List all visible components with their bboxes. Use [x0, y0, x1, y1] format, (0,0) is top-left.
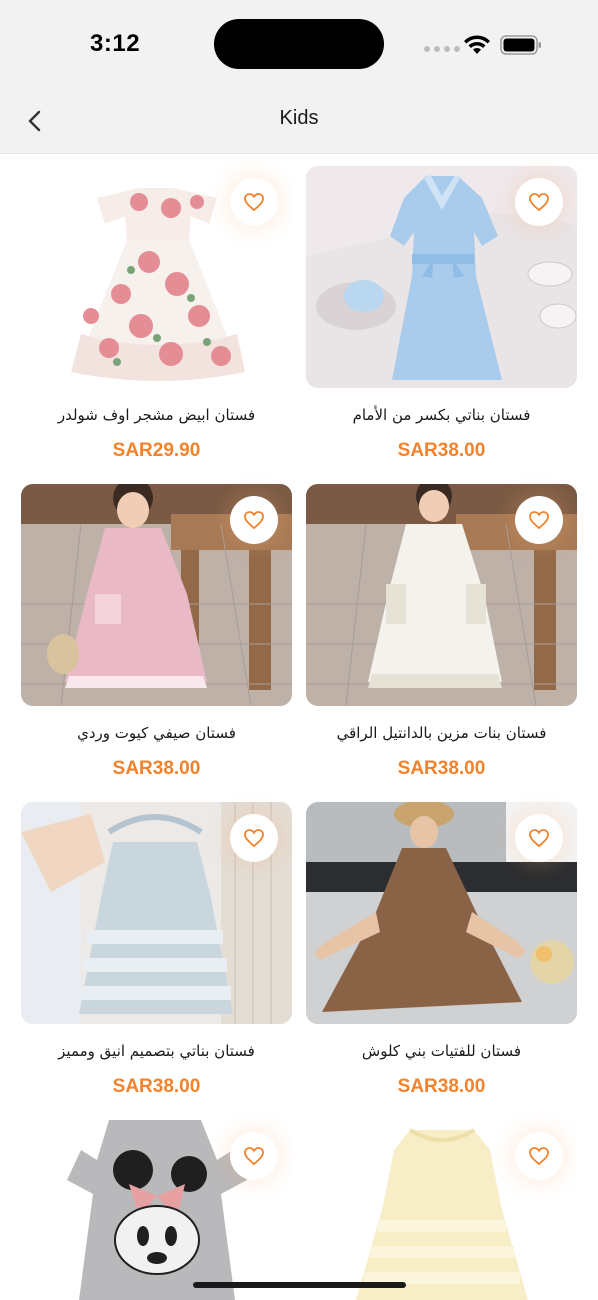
product-price: SAR38.00 — [112, 1076, 201, 1096]
product-card[interactable]: فستان صيفي كيوت وردي SAR38.00 — [21, 472, 292, 778]
status-bar: 3:12 — [0, 0, 598, 88]
product-card[interactable] — [21, 1108, 292, 1300]
product-name: فستان صيفي كيوت وردي — [77, 724, 236, 742]
heart-icon — [529, 193, 549, 212]
page-title: Kids — [279, 107, 319, 129]
wifi-icon — [464, 35, 490, 54]
product-card[interactable]: فستان ابيض مشجر اوف شولدر SAR29.90 — [21, 154, 292, 460]
favorite-button[interactable] — [230, 1132, 278, 1180]
heart-icon — [244, 829, 264, 848]
product-grid: فستان ابيض مشجر اوف شولدر SAR29.90 فستان… — [0, 154, 598, 1300]
heart-icon — [529, 1147, 549, 1166]
product-card[interactable] — [306, 1108, 577, 1300]
status-time: 3:12 — [90, 30, 141, 57]
product-price: SAR29.90 — [112, 440, 201, 460]
product-name: فستان للفتيات بني كلوش — [361, 1042, 522, 1060]
product-card[interactable]: فستان بنات مزين بالدانتيل الراقي SAR38.0… — [306, 472, 577, 778]
heart-icon — [244, 511, 264, 530]
favorite-button[interactable] — [515, 178, 563, 226]
product-price: SAR38.00 — [397, 758, 486, 778]
cellular-signal-icon — [424, 46, 460, 52]
product-price: SAR38.00 — [112, 758, 201, 778]
battery-icon — [500, 35, 541, 55]
heart-icon — [529, 511, 549, 530]
product-name: فستان بناتي بكسر من الأمام — [352, 406, 531, 424]
favorite-button[interactable] — [230, 496, 278, 544]
product-name: فستان بنات مزين بالدانتيل الراقي — [336, 724, 547, 742]
product-price: SAR38.00 — [397, 1076, 486, 1096]
product-card[interactable]: فستان للفتيات بني كلوش SAR38.00 — [306, 790, 577, 1096]
favorite-button[interactable] — [230, 178, 278, 226]
favorite-button[interactable] — [230, 814, 278, 862]
product-price: SAR38.00 — [397, 440, 486, 460]
heart-icon — [244, 1147, 264, 1166]
favorite-button[interactable] — [515, 814, 563, 862]
heart-icon — [244, 193, 264, 212]
home-indicator[interactable] — [193, 1282, 406, 1288]
product-name: فستان بناتي بتصميم انيق ومميز — [58, 1042, 255, 1060]
product-name: فستان ابيض مشجر اوف شولدر — [57, 406, 256, 424]
favorite-button[interactable] — [515, 496, 563, 544]
heart-icon — [529, 829, 549, 848]
product-card[interactable]: فستان بناتي بكسر من الأمام SAR38.00 — [306, 154, 577, 460]
product-card[interactable]: فستان بناتي بتصميم انيق ومميز SAR38.00 — [21, 790, 292, 1096]
dynamic-island — [214, 19, 384, 69]
navigation-bar: Kids — [0, 88, 598, 154]
favorite-button[interactable] — [515, 1132, 563, 1180]
